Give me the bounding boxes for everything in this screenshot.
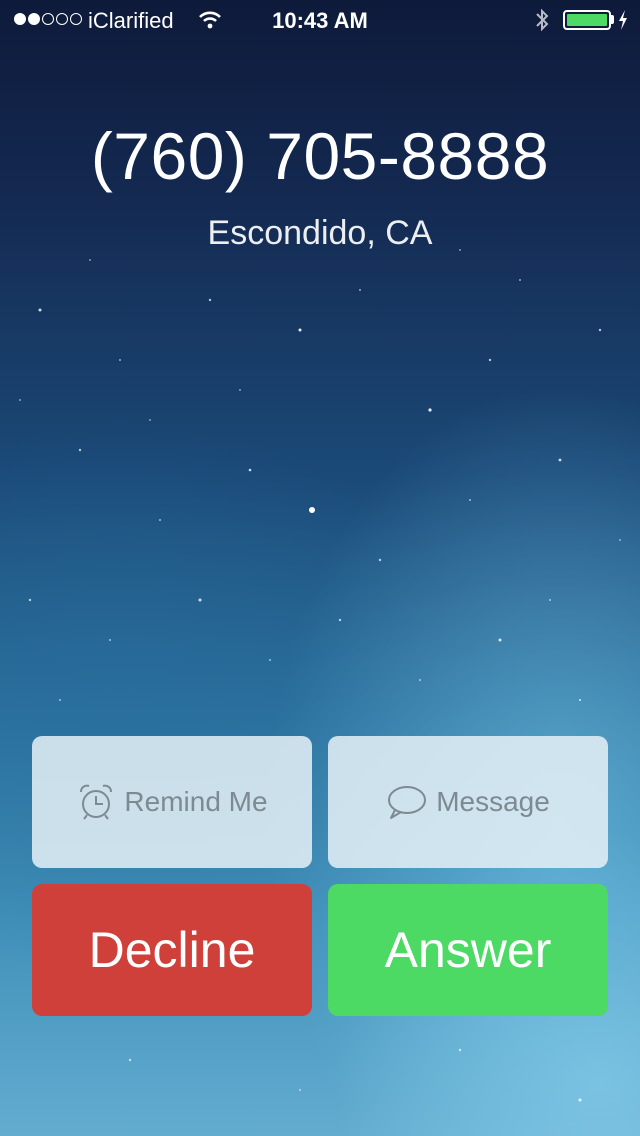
- bluetooth-icon: [534, 7, 550, 39]
- decline-button[interactable]: Decline: [32, 884, 312, 1016]
- decline-label: Decline: [88, 922, 256, 978]
- speech-bubble-icon: [386, 783, 428, 821]
- answer-button[interactable]: Answer: [328, 884, 608, 1016]
- caller-location: Escondido, CA: [207, 214, 433, 252]
- status-bar: iClarified 10:43 AM: [0, 0, 640, 40]
- battery-fill: [567, 14, 607, 26]
- remind-me-label: Remind Me: [124, 786, 268, 817]
- charging-icon: [617, 9, 629, 37]
- caller-number: (760) 705-8888: [90, 119, 550, 193]
- battery-cap: [611, 15, 614, 24]
- alarm-clock-icon: [76, 782, 116, 822]
- message-button[interactable]: Message: [328, 736, 608, 868]
- message-label: Message: [436, 786, 550, 817]
- battery-icon: [563, 10, 611, 30]
- answer-label: Answer: [384, 922, 552, 978]
- remind-me-button[interactable]: Remind Me: [32, 736, 312, 868]
